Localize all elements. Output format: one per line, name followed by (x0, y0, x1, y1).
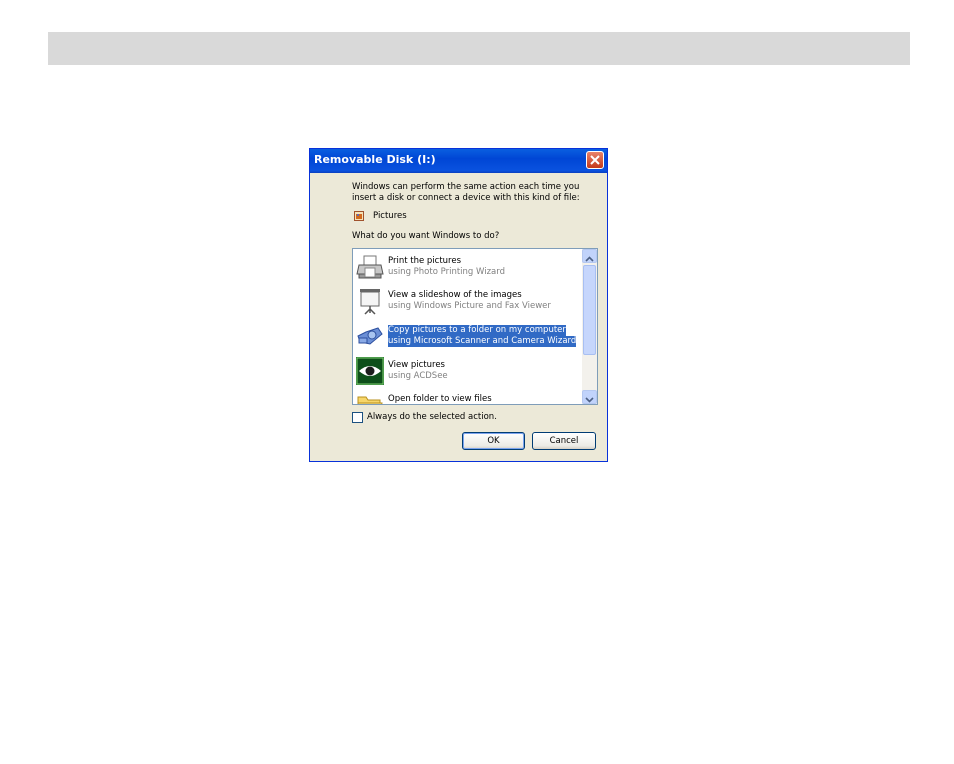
header-bar (48, 32, 910, 65)
always-checkbox[interactable] (352, 412, 363, 423)
question-text: What do you want Windows to do? (352, 231, 500, 241)
action-title: View a slideshow of the images (388, 290, 522, 300)
intro-text: Windows can perform the same action each… (352, 182, 580, 203)
always-checkbox-label[interactable]: Always do the selected action. (367, 412, 497, 423)
chevron-up-icon (585, 256, 594, 262)
action-item-print[interactable]: Print the pictures using Photo Printing … (353, 251, 581, 285)
scroll-thumb[interactable] (583, 265, 596, 355)
action-subtitle: using Windows Picture and Fax Viewer (388, 301, 551, 311)
close-button[interactable] (586, 151, 604, 169)
title-bar[interactable]: Removable Disk (I:) (310, 149, 607, 173)
camera-icon (357, 327, 383, 345)
action-title: Copy pictures to a folder on my computer (388, 325, 566, 336)
action-title: Open folder to view files (388, 394, 492, 404)
folder-icon (357, 396, 383, 404)
scroll-up-button[interactable] (582, 249, 597, 263)
printer-icon (356, 255, 384, 279)
action-title: Print the pictures (388, 256, 462, 266)
action-item-open-folder[interactable]: Open folder to view files (353, 389, 581, 404)
autoplay-dialog: Removable Disk (I:) Windows can perform … (309, 148, 608, 462)
list-scrollbar[interactable] (582, 249, 597, 404)
action-title: View pictures (388, 360, 445, 370)
action-subtitle: using Photo Printing Wizard (388, 267, 505, 277)
content-type-label: Pictures (373, 211, 407, 221)
action-subtitle: using Microsoft Scanner and Camera Wizar… (388, 336, 577, 347)
scroll-down-button[interactable] (582, 390, 597, 404)
cancel-button[interactable]: Cancel (532, 432, 596, 450)
action-item-copy[interactable]: Copy pictures to a folder on my computer… (353, 320, 581, 354)
action-item-slideshow[interactable]: View a slideshow of the images using Win… (353, 285, 581, 319)
dialog-title: Removable Disk (I:) (314, 153, 436, 166)
eye-icon (356, 357, 384, 385)
projector-screen-icon (360, 289, 380, 315)
action-item-view[interactable]: View pictures using ACDSee (353, 355, 581, 389)
action-subtitle: using ACDSee (388, 371, 448, 381)
action-list[interactable]: Print the pictures using Photo Printing … (352, 248, 598, 405)
chevron-down-icon (585, 397, 594, 403)
ok-button[interactable]: OK (462, 432, 525, 450)
pictures-icon (354, 211, 364, 221)
close-icon (590, 155, 600, 165)
